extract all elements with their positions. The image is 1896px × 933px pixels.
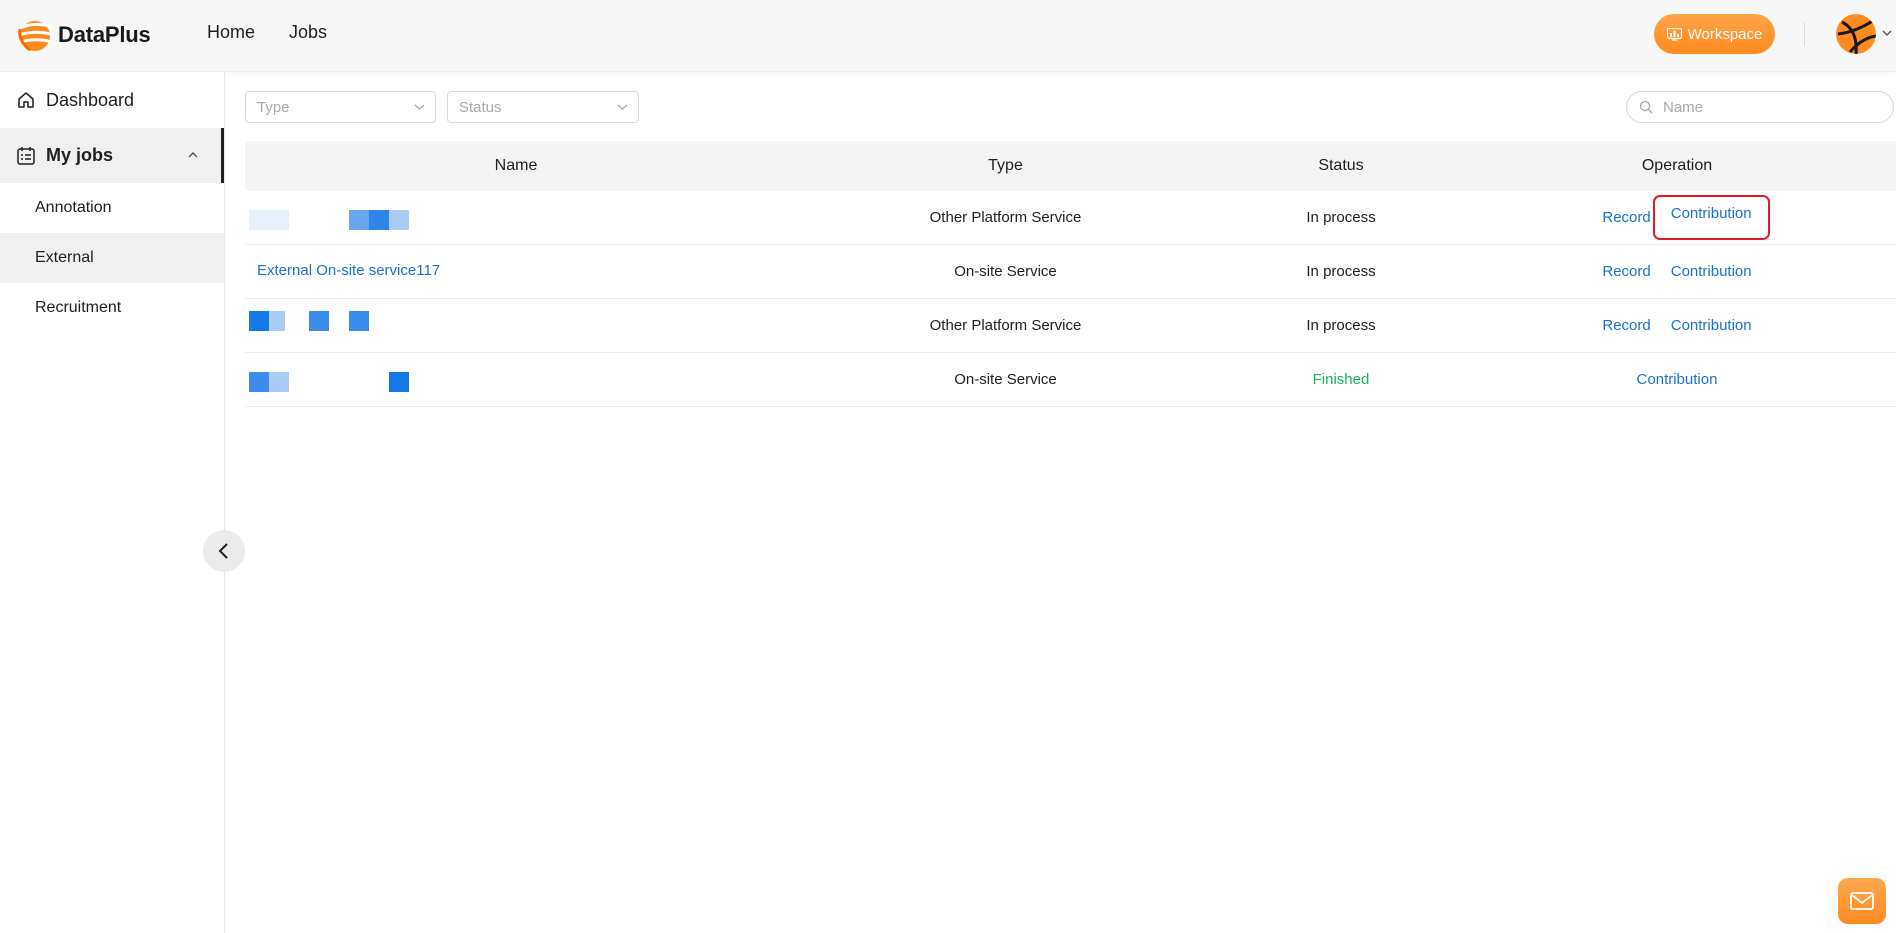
job-status-cell: In process bbox=[1306, 317, 1376, 334]
feedback-mail-button[interactable] bbox=[1838, 878, 1886, 924]
contribution-link[interactable]: Contribution bbox=[1671, 259, 1752, 284]
avatar-ball-icon bbox=[1836, 14, 1876, 54]
workspace-label: Workspace bbox=[1687, 25, 1763, 43]
sidebar-item-label: Annotation bbox=[35, 199, 112, 216]
job-status-cell: Finished bbox=[1312, 371, 1370, 388]
column-header-operation: Operation bbox=[1641, 157, 1713, 174]
column-header-name: Name bbox=[494, 157, 538, 174]
job-name-cell[interactable] bbox=[245, 353, 787, 406]
chart-board-icon bbox=[1666, 27, 1682, 41]
sidebar-item-label: Dashboard bbox=[46, 89, 135, 110]
sidebar-item-recruitment[interactable]: Recruitment bbox=[0, 283, 224, 333]
nav-home-link[interactable]: Home bbox=[207, 22, 255, 43]
job-operations: Record Contribution bbox=[1458, 259, 1896, 284]
table-header: Name Type Status Operation bbox=[245, 141, 1896, 191]
status-select-placeholder: Status bbox=[459, 98, 502, 116]
redacted-name bbox=[249, 311, 269, 331]
jobs-table: Name Type Status Operation Other Platfor… bbox=[245, 141, 1896, 407]
nav-jobs-link[interactable]: Jobs bbox=[289, 22, 327, 43]
job-name-cell[interactable]: External On-site service117 bbox=[245, 245, 787, 298]
sidebar: Dashboard My jobs Annotation External Re… bbox=[0, 72, 225, 933]
redacted-name bbox=[249, 210, 289, 230]
sidebar-item-label: My jobs bbox=[46, 145, 114, 165]
sidebar-item-annotation[interactable]: Annotation bbox=[0, 183, 224, 233]
dataplus-logo-icon bbox=[15, 21, 54, 52]
sidebar-item-label: External bbox=[35, 249, 94, 266]
job-name-cell[interactable] bbox=[245, 299, 787, 352]
job-operations: Contribution bbox=[1458, 367, 1896, 392]
table-row: Other Platform Service In process Record… bbox=[245, 191, 1896, 245]
redacted-name bbox=[389, 210, 409, 230]
record-link[interactable]: Record bbox=[1602, 205, 1650, 230]
brand-logo[interactable]: DataPlus bbox=[14, 17, 151, 53]
search-icon bbox=[1639, 100, 1653, 114]
column-header-type: Type bbox=[988, 157, 1023, 174]
redacted-name bbox=[309, 311, 329, 331]
table-row: On-site Service Finished Contribution bbox=[245, 353, 1896, 407]
chevron-down-icon bbox=[414, 104, 425, 110]
table-row: External On-site service117 On-site Serv… bbox=[245, 245, 1896, 299]
contribution-link[interactable]: Contribution bbox=[1637, 367, 1718, 392]
chevron-up-icon bbox=[188, 152, 198, 158]
job-name-cell[interactable] bbox=[245, 191, 787, 244]
table-row: Other Platform Service In process Record… bbox=[245, 299, 1896, 353]
type-select-placeholder: Type bbox=[257, 98, 290, 116]
top-nav: Home Jobs bbox=[207, 22, 327, 43]
sidebar-item-dashboard[interactable]: Dashboard bbox=[0, 76, 224, 124]
record-link[interactable]: Record bbox=[1602, 259, 1650, 284]
redacted-name bbox=[349, 311, 369, 331]
job-type-cell: Other Platform Service bbox=[929, 317, 1082, 334]
name-search-box[interactable] bbox=[1626, 91, 1894, 123]
chevron-down-icon[interactable] bbox=[1882, 28, 1892, 38]
redacted-name bbox=[349, 210, 369, 230]
name-search-input[interactable] bbox=[1661, 97, 1881, 117]
column-header-status: Status bbox=[1318, 157, 1364, 174]
sidebar-item-label: Recruitment bbox=[35, 299, 122, 316]
collapse-sidebar-button[interactable] bbox=[203, 530, 245, 572]
record-link[interactable]: Record bbox=[1602, 313, 1650, 338]
sidebar-item-external[interactable]: External bbox=[0, 233, 224, 283]
header-divider bbox=[1804, 22, 1805, 46]
top-header: DataPlus Home Jobs Workspace bbox=[0, 0, 1896, 72]
job-type-cell: Other Platform Service bbox=[929, 209, 1082, 226]
job-type-cell: On-site Service bbox=[954, 371, 1057, 388]
job-status-cell: In process bbox=[1306, 263, 1376, 280]
workspace-button[interactable]: Workspace bbox=[1654, 14, 1775, 54]
redacted-name bbox=[269, 311, 285, 331]
user-avatar[interactable] bbox=[1836, 14, 1876, 54]
contribution-link[interactable]: Contribution bbox=[1652, 195, 1770, 240]
brand-name: DataPlus bbox=[58, 22, 151, 47]
status-select[interactable]: Status bbox=[447, 91, 639, 123]
mail-icon bbox=[1850, 892, 1874, 910]
redacted-name bbox=[269, 372, 289, 392]
job-type-cell: On-site Service bbox=[954, 263, 1057, 280]
contribution-link[interactable]: Contribution bbox=[1671, 313, 1752, 338]
chevron-down-icon bbox=[617, 104, 628, 110]
chevron-left-icon bbox=[218, 543, 228, 559]
redacted-name bbox=[369, 210, 389, 230]
redacted-name bbox=[389, 372, 409, 392]
redacted-name bbox=[249, 372, 269, 392]
type-select[interactable]: Type bbox=[245, 91, 436, 123]
sidebar-item-my-jobs[interactable]: My jobs bbox=[0, 128, 224, 183]
job-name-link[interactable]: External On-site service117 bbox=[257, 262, 440, 279]
job-status-cell: In process bbox=[1306, 209, 1376, 226]
home-icon bbox=[18, 92, 34, 108]
calendar-list-icon bbox=[17, 146, 35, 165]
job-operations: Record Contribution bbox=[1458, 195, 1896, 240]
job-operations: Record Contribution bbox=[1458, 313, 1896, 338]
